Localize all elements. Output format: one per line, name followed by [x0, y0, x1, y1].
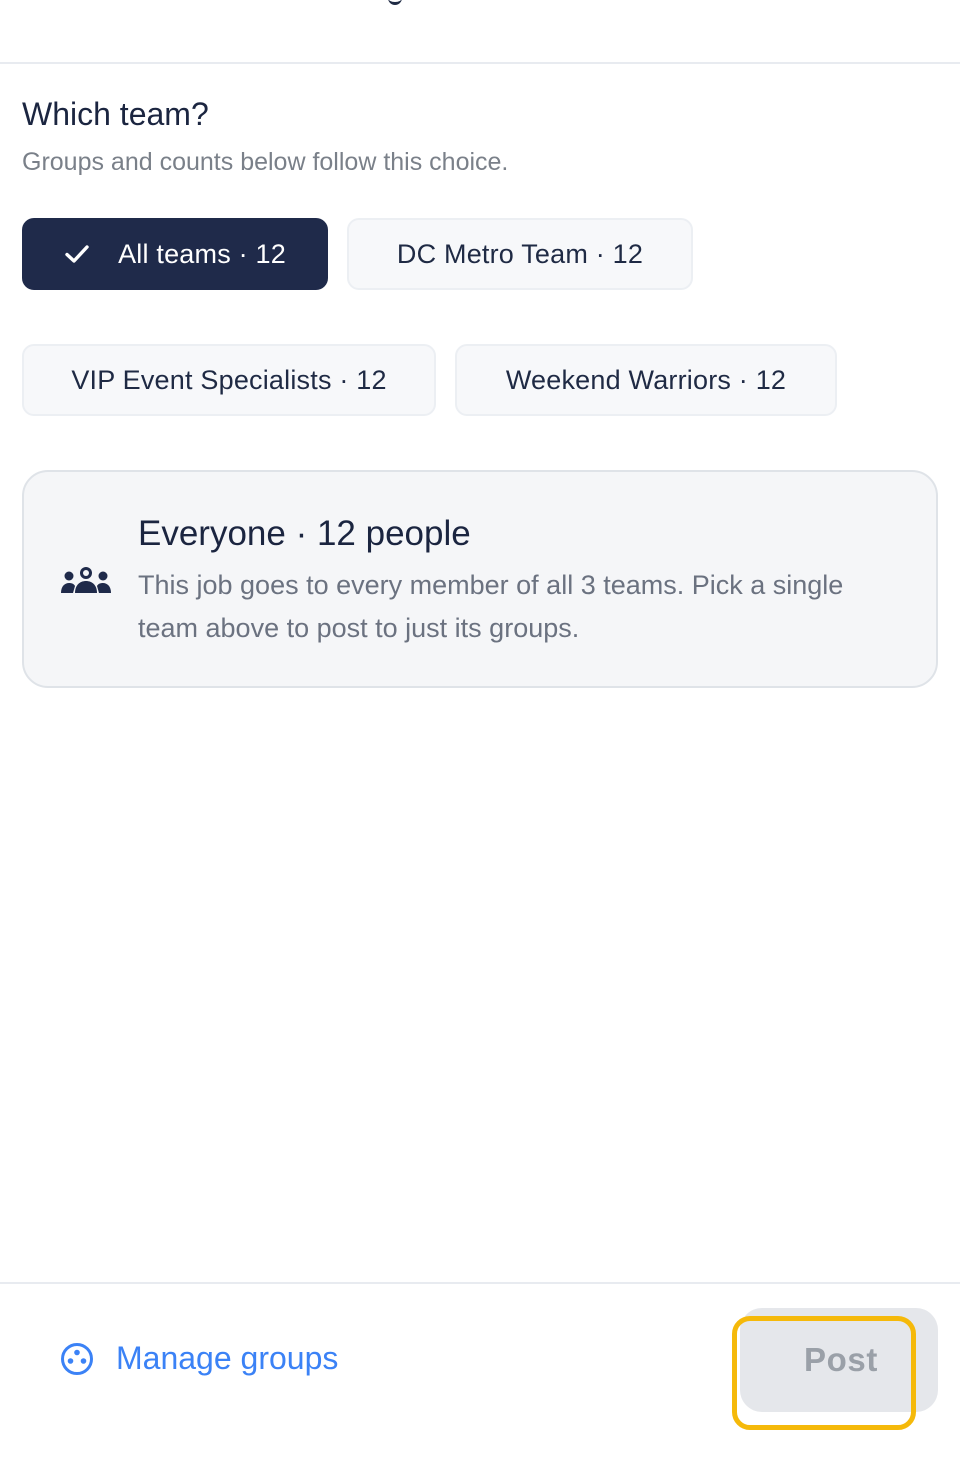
- team-question-subtitle: Groups and counts below follow this choi…: [22, 148, 509, 176]
- team-chip-label: All teams · 12: [118, 238, 286, 269]
- footer-bar: Manage groups Post: [0, 1282, 960, 1480]
- team-chip-dc-metro-team[interactable]: DC Metro Team · 12: [347, 218, 693, 290]
- team-chip-weekend-warriors[interactable]: Weekend Warriors · 12: [455, 344, 837, 416]
- team-chip-vip-event-specialists[interactable]: VIP Event Specialists · 12: [22, 344, 436, 416]
- manage-groups-label: Manage groups: [116, 1340, 339, 1376]
- team-chip-label: VIP Event Specialists · 12: [71, 364, 387, 395]
- audience-summary-text: This job goes to every member of all 3 t…: [138, 570, 844, 643]
- groups-circle-icon: [60, 1342, 94, 1376]
- team-chip-label: DC Metro Team · 12: [396, 238, 644, 269]
- top-bar: [0, 0, 960, 64]
- check-icon: [64, 241, 90, 267]
- audience-summary-title: Everyone · 12 people: [138, 514, 471, 553]
- team-chip-label: Weekend Warriors · 12: [505, 364, 787, 395]
- post-button-highlight: [732, 1316, 916, 1430]
- people-group-icon: [60, 566, 112, 596]
- header-text-fragment: [388, 0, 402, 5]
- manage-groups-link[interactable]: Manage groups: [60, 1340, 338, 1377]
- audience-summary-card: Everyone · 12 people This job goes to ev…: [22, 470, 938, 688]
- team-chip-all-teams[interactable]: All teams · 12: [22, 218, 328, 290]
- team-question-title: Which team?: [22, 96, 209, 132]
